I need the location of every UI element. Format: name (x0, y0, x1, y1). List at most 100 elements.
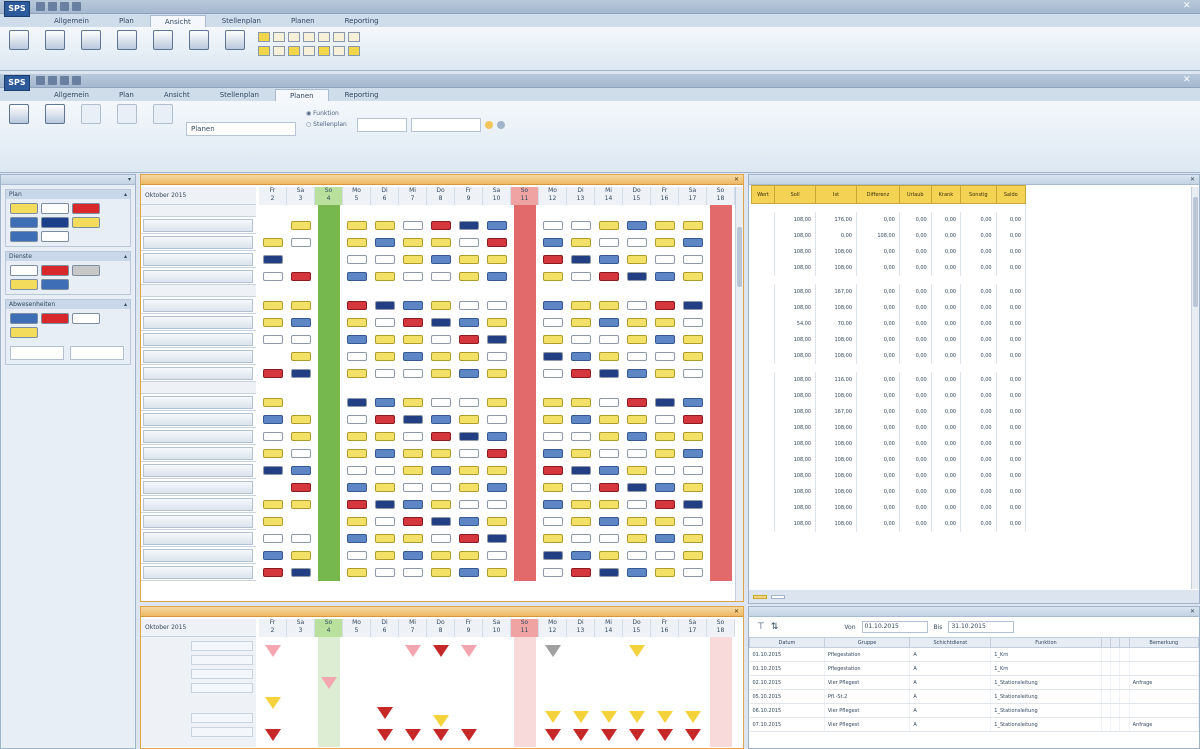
shift-cell[interactable] (291, 221, 311, 230)
shift-cell[interactable] (431, 415, 451, 424)
shift-cell[interactable] (543, 398, 563, 407)
shift-cell[interactable] (459, 398, 479, 407)
day-header[interactable]: So 18 (707, 619, 735, 637)
shift-cell[interactable] (655, 551, 675, 560)
stats-column-header[interactable]: Ist (815, 185, 857, 204)
tab-ansicht[interactable]: Ansicht (150, 89, 204, 101)
day-header[interactable]: Fr 2 (259, 619, 287, 637)
ribbon-button[interactable] (6, 104, 32, 169)
request-row[interactable]: 01.10.2015 Pflegestation A 1_Krn (749, 661, 1199, 676)
shift-cell[interactable] (599, 272, 619, 281)
request-row[interactable]: 06.10.2015 Vier Pflegest A 1_Stationsleitun… (749, 703, 1199, 718)
shift-cell[interactable] (375, 568, 395, 577)
shift-cell[interactable] (291, 301, 311, 310)
shift-cell[interactable] (263, 301, 283, 310)
warning-triangle-icon[interactable] (265, 697, 281, 709)
sort-icon[interactable]: ⇅ (771, 622, 779, 632)
shift-cell[interactable] (291, 534, 311, 543)
shift-cell[interactable] (291, 318, 311, 327)
shift-cell[interactable] (543, 415, 563, 424)
shift-cell[interactable] (431, 483, 451, 492)
shift-cell[interactable] (403, 500, 423, 509)
shift-cell[interactable] (683, 335, 703, 344)
shift-cell[interactable] (487, 301, 507, 310)
shift-cell[interactable] (683, 398, 703, 407)
shift-cell[interactable] (599, 352, 619, 361)
employee-row[interactable] (141, 365, 256, 382)
ribbon-button[interactable] (186, 30, 212, 67)
day-header[interactable]: Fr 2 (259, 187, 287, 205)
shift-chip[interactable] (72, 217, 100, 228)
shift-cell[interactable] (655, 500, 675, 509)
day-header[interactable]: So 11 (511, 187, 539, 205)
shift-cell[interactable] (459, 221, 479, 230)
requests-column-header[interactable] (1119, 637, 1130, 648)
day-header[interactable]: Sa 3 (287, 187, 315, 205)
request-row[interactable]: 07.10.2015 Vier Pflegest A 1_Stationsleitun… (749, 717, 1199, 732)
shift-cell[interactable] (431, 352, 451, 361)
collapse-icon[interactable]: ▴ (124, 252, 127, 261)
group-row[interactable] (191, 727, 253, 737)
stats-row[interactable]: 108,00 108,00 0,00 0,00 0,00 0,00 0,00 (751, 499, 1027, 516)
stats-row[interactable]: 108,00 108,00 0,00 0,00 0,00 0,00 0,00 (751, 483, 1027, 500)
shift-cell[interactable] (347, 398, 367, 407)
shift-cell[interactable] (571, 415, 591, 424)
shift-cell[interactable] (291, 272, 311, 281)
shift-cell[interactable] (375, 466, 395, 475)
day-header[interactable]: Mo 12 (539, 187, 567, 205)
shift-chip[interactable] (41, 313, 69, 324)
shift-cell[interactable] (347, 483, 367, 492)
shift-cell[interactable] (431, 398, 451, 407)
employee-row[interactable] (141, 445, 256, 462)
pin-icon[interactable]: ▾ (128, 175, 131, 184)
day-header[interactable]: So 18 (707, 187, 735, 205)
shift-cell[interactable] (571, 466, 591, 475)
shift-cell[interactable] (403, 369, 423, 378)
stats-row[interactable]: 108,00 108,00 0,00 0,00 0,00 0,00 0,00 (751, 347, 1027, 364)
shift-cell[interactable] (291, 449, 311, 458)
shift-cell[interactable] (655, 483, 675, 492)
shift-cell[interactable] (263, 449, 283, 458)
shift-cell[interactable] (403, 517, 423, 526)
shift-cell[interactable] (627, 238, 647, 247)
stats-row[interactable]: 108,00 108,00 0,00 0,00 0,00 0,00 0,00 (751, 243, 1027, 260)
shift-chip[interactable] (72, 313, 100, 324)
day-header[interactable]: Sa 17 (679, 187, 707, 205)
shift-cell[interactable] (263, 551, 283, 560)
employee-row[interactable] (141, 331, 256, 348)
shift-cell[interactable] (459, 500, 479, 509)
shift-cell[interactable] (487, 335, 507, 344)
shift-cell[interactable] (375, 272, 395, 281)
shift-cell[interactable] (571, 352, 591, 361)
shift-cell[interactable] (263, 272, 283, 281)
shift-cell[interactable] (683, 255, 703, 264)
shift-cell[interactable] (655, 449, 675, 458)
shift-cell[interactable] (571, 221, 591, 230)
warning-triangle-icon[interactable] (601, 729, 617, 741)
shift-cell[interactable] (543, 335, 563, 344)
tab-allgemein[interactable]: Allgemein (40, 15, 103, 27)
warning-triangle-icon[interactable] (405, 645, 421, 657)
shift-cell[interactable] (487, 318, 507, 327)
collapse-icon[interactable]: ▴ (124, 190, 127, 199)
warning-triangle-icon[interactable] (573, 711, 589, 723)
shift-cell[interactable] (487, 517, 507, 526)
shift-cell[interactable] (431, 534, 451, 543)
shift-cell[interactable] (459, 369, 479, 378)
shift-cell[interactable] (655, 238, 675, 247)
shift-cell[interactable] (431, 301, 451, 310)
shift-cell[interactable] (487, 352, 507, 361)
shift-cell[interactable] (375, 432, 395, 441)
day-header[interactable]: Mo 5 (343, 619, 371, 637)
employee-row[interactable] (141, 251, 256, 268)
shift-cell[interactable] (347, 352, 367, 361)
shift-cell[interactable] (459, 255, 479, 264)
schedule-cells[interactable] (259, 205, 735, 595)
shift-cell[interactable] (543, 238, 563, 247)
shift-cell[interactable] (655, 517, 675, 526)
shift-cell[interactable] (347, 238, 367, 247)
shift-cell[interactable] (263, 568, 283, 577)
filter-input[interactable] (70, 346, 124, 360)
day-header[interactable]: So 4 (315, 187, 343, 205)
shift-chip[interactable] (41, 217, 69, 228)
